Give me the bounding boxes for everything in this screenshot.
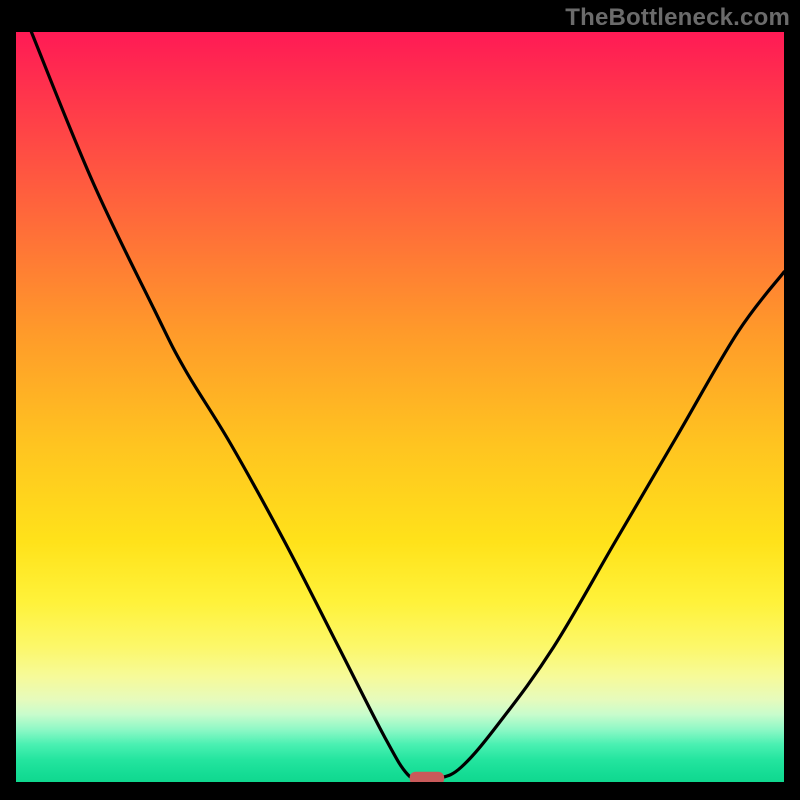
min-marker	[410, 772, 445, 782]
watermark-text: TheBottleneck.com	[565, 4, 790, 32]
chart-overlay-svg	[16, 32, 784, 782]
chart-container: TheBottleneck.com	[0, 0, 800, 800]
plot-area	[16, 32, 784, 782]
curve-line	[31, 32, 784, 779]
